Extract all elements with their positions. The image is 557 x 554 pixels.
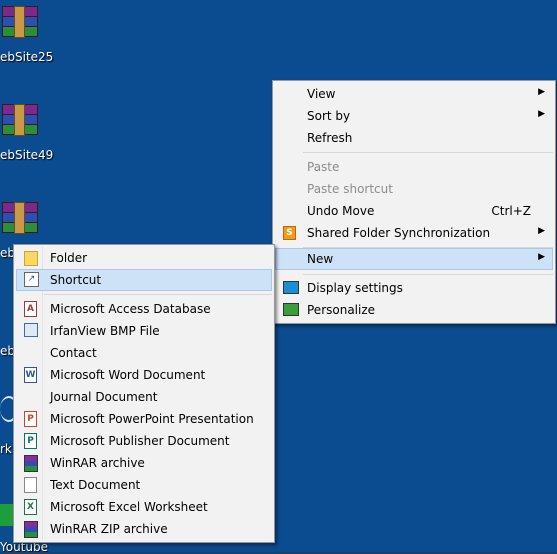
new-access-database-item[interactable]: A Microsoft Access Database	[16, 298, 272, 320]
menu-item-shortcut: Ctrl+Z	[491, 204, 531, 218]
menu-item-label: Sort by	[307, 109, 351, 123]
desktop-context-menu: View ▶ Sort by ▶ Refresh Paste Paste sho…	[272, 80, 556, 324]
sync-app-icon: S	[283, 226, 296, 240]
powerpoint-icon: P	[24, 411, 37, 427]
youtube-icon	[0, 504, 14, 526]
menu-item-label: Contact	[50, 346, 97, 360]
new-winrar-archive-item[interactable]: WinRAR archive	[16, 452, 272, 474]
menu-item-undo-move[interactable]: Undo Move Ctrl+Z	[275, 200, 553, 222]
winrar-zip-icon	[24, 521, 38, 538]
menu-item-label: Paste	[307, 160, 340, 174]
menu-item-label: View	[307, 87, 336, 101]
menu-item-label: Journal Document	[50, 390, 158, 404]
access-icon: A	[24, 301, 37, 317]
menu-item-label: WinRAR ZIP archive	[50, 522, 168, 536]
new-irfanview-bmp-item[interactable]: IrfanView BMP File	[16, 320, 272, 342]
menu-item-label: Microsoft Excel Worksheet	[50, 500, 208, 514]
text-document-icon	[24, 477, 37, 493]
menu-item-label: Text Document	[50, 478, 141, 492]
shortcut-icon: ↗	[24, 272, 39, 287]
new-powerpoint-item[interactable]: P Microsoft PowerPoint Presentation	[16, 408, 272, 430]
publisher-icon: P	[24, 433, 37, 449]
winrar-archive-icon	[0, 102, 38, 136]
menu-item-paste[interactable]: Paste	[275, 156, 553, 178]
menu-item-label: Microsoft Word Document	[50, 368, 206, 382]
menu-item-personalize[interactable]: Personalize	[275, 299, 553, 321]
menu-separator	[303, 152, 553, 153]
new-submenu: Folder ↗ Shortcut A Microsoft Access Dat…	[13, 244, 275, 543]
personalize-icon	[283, 303, 299, 316]
new-winrar-zip-item[interactable]: WinRAR ZIP archive	[16, 518, 272, 540]
new-folder-item[interactable]: Folder	[16, 247, 272, 269]
menu-separator	[44, 294, 272, 295]
menu-item-refresh[interactable]: Refresh	[275, 127, 553, 149]
new-word-document-item[interactable]: W Microsoft Word Document	[16, 364, 272, 386]
winrar-archive-icon	[0, 4, 38, 38]
menu-item-label: Shortcut	[50, 273, 102, 287]
menu-item-label: Personalize	[307, 303, 376, 317]
menu-item-sort-by[interactable]: Sort by ▶	[275, 105, 553, 127]
excel-icon: X	[24, 499, 37, 515]
new-contact-item[interactable]: Contact	[16, 342, 272, 364]
menu-item-label: Shared Folder Synchronization	[307, 226, 491, 240]
winrar-archive-icon	[0, 200, 38, 234]
menu-item-display-settings[interactable]: Display settings	[275, 277, 553, 299]
submenu-arrow-icon: ▶	[538, 226, 545, 236]
menu-item-label: Microsoft Publisher Document	[50, 434, 230, 448]
new-publisher-item[interactable]: P Microsoft Publisher Document	[16, 430, 272, 452]
bmp-image-icon	[24, 323, 38, 337]
menu-item-label: Microsoft Access Database	[50, 302, 211, 316]
menu-item-new[interactable]: New ▶	[275, 248, 553, 270]
new-excel-worksheet-item[interactable]: X Microsoft Excel Worksheet	[16, 496, 272, 518]
menu-item-label: Undo Move	[307, 204, 375, 218]
menu-separator	[303, 274, 553, 275]
submenu-arrow-icon: ▶	[538, 252, 545, 262]
menu-item-label: WinRAR archive	[50, 456, 145, 470]
desktop-icon-label: ebSite49	[0, 148, 54, 162]
menu-item-label: Folder	[50, 251, 88, 265]
menu-item-label: New	[307, 252, 334, 266]
menu-item-label: IrfanView BMP File	[50, 324, 160, 338]
new-shortcut-item[interactable]: ↗ Shortcut	[16, 269, 272, 291]
word-icon: W	[24, 367, 37, 383]
menu-item-label: Refresh	[307, 131, 353, 145]
desktop-icon-label: ebSite25	[0, 50, 54, 64]
menu-item-shared-folder-sync[interactable]: S Shared Folder Synchronization ▶	[275, 222, 553, 244]
submenu-arrow-icon: ▶	[538, 87, 545, 97]
new-text-document-item[interactable]: Text Document	[16, 474, 272, 496]
winrar-icon	[24, 455, 38, 472]
menu-item-label: Paste shortcut	[307, 182, 393, 196]
menu-item-label: Display settings	[307, 281, 403, 295]
menu-item-view[interactable]: View ▶	[275, 83, 553, 105]
menu-item-paste-shortcut[interactable]: Paste shortcut	[275, 178, 553, 200]
menu-item-label: Microsoft PowerPoint Presentation	[50, 412, 254, 426]
new-journal-document-item[interactable]: Journal Document	[16, 386, 272, 408]
display-settings-icon	[283, 281, 299, 294]
folder-icon	[24, 251, 38, 266]
submenu-arrow-icon: ▶	[538, 109, 545, 119]
